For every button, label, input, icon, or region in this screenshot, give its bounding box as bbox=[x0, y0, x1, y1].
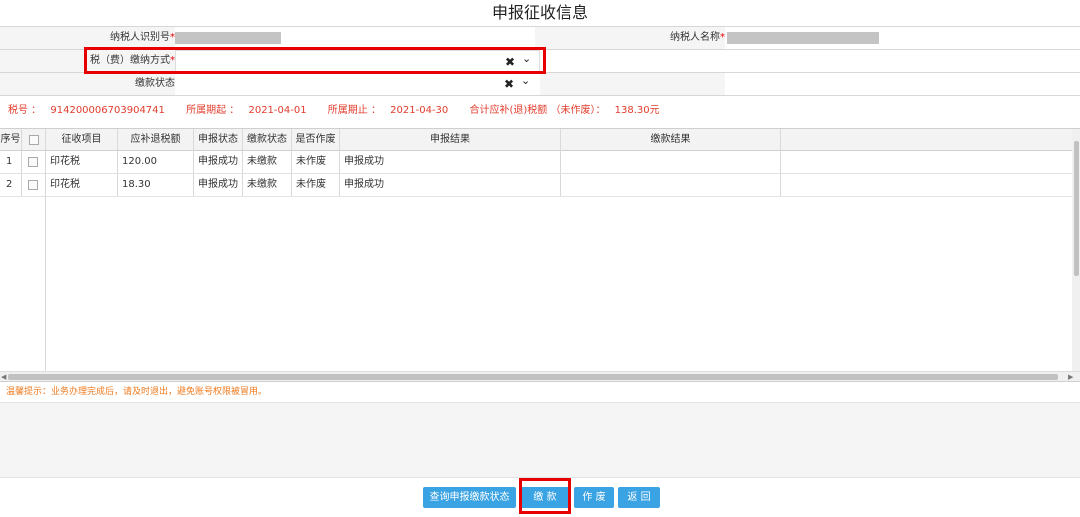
col-header-voided: 是否作废 bbox=[292, 129, 340, 151]
row-checkbox-cell bbox=[22, 151, 46, 173]
warm-tip: 温馨提示：业务办理完成后，请及时退出，避免账号权限被冒用。 bbox=[6, 387, 268, 397]
col-header-pay-result: 缴款结果 bbox=[561, 129, 781, 151]
row-no: 1 bbox=[0, 151, 22, 173]
row-checkbox[interactable] bbox=[28, 180, 38, 190]
row-pay-result bbox=[561, 174, 781, 196]
col-header-select bbox=[22, 129, 46, 151]
empty-label bbox=[540, 73, 725, 95]
empty-label bbox=[540, 50, 725, 72]
col-header-no: 序号 bbox=[0, 129, 22, 151]
horizontal-scrollbar[interactable]: ◀ ▶ bbox=[0, 371, 1080, 381]
payment-status-select[interactable]: ✖ ⌄ bbox=[175, 73, 540, 95]
declaration-table: 序号 征收项目 应补退税额 申报状态 缴款状态 是否作废 申报结果 缴款结果 1… bbox=[0, 128, 1080, 382]
masked-taxpayer-id bbox=[175, 32, 281, 44]
row-declare-result: 申报成功 bbox=[340, 151, 561, 173]
period-end: 所属期止 ： 2021-04-30 bbox=[327, 105, 449, 116]
row-declare-status: 申报成功 bbox=[194, 174, 243, 196]
pay-button-highlight bbox=[519, 478, 571, 514]
clear-icon[interactable]: ✖ bbox=[504, 73, 514, 95]
void-button[interactable]: 作 废 bbox=[574, 487, 614, 508]
col-header-pay-status: 缴款状态 bbox=[243, 129, 292, 151]
col-header-declare-result: 申报结果 bbox=[340, 129, 561, 151]
empty-field bbox=[725, 73, 1080, 95]
taxpayer-name-field bbox=[725, 27, 1080, 49]
col-header-amount: 应补退税额 bbox=[118, 129, 194, 151]
table-row[interactable]: 1 印花税 120.00 申报成功 未缴款 未作废 申报成功 bbox=[0, 151, 1080, 174]
vertical-scrollbar[interactable] bbox=[1072, 129, 1080, 371]
masked-taxpayer-name bbox=[727, 32, 879, 44]
taxpayer-id-label: 纳税人识别号* bbox=[0, 27, 175, 49]
taxpayer-name-label: 纳税人名称* bbox=[535, 27, 725, 49]
row-pay-result bbox=[561, 151, 781, 173]
horizontal-scroll-thumb[interactable] bbox=[8, 374, 1058, 380]
payment-status-label: 缴款状态 bbox=[0, 73, 175, 95]
row-checkbox[interactable] bbox=[28, 157, 38, 167]
col-header-declare-status: 申报状态 bbox=[194, 129, 243, 151]
select-all-checkbox[interactable] bbox=[28, 135, 39, 145]
row-pay-status: 未缴款 bbox=[243, 174, 292, 196]
payment-method-highlight bbox=[84, 47, 546, 74]
empty-field bbox=[725, 50, 1080, 72]
tip-area bbox=[0, 402, 1080, 478]
taxpayer-form: 纳税人识别号* 纳税人名称* 税（费）缴纳方式* ✖ ⌄ 缴款状态 ✖ ⌄ bbox=[0, 26, 1080, 96]
tax-no: 税号 ： 914200006703904741 bbox=[8, 105, 165, 116]
col-header-item: 征收项目 bbox=[46, 129, 118, 151]
row-checkbox-cell bbox=[22, 174, 46, 196]
vertical-scroll-thumb[interactable] bbox=[1074, 141, 1079, 276]
page-title: 申报征收信息 bbox=[491, 3, 588, 22]
row-declare-status: 申报成功 bbox=[194, 151, 243, 173]
period-start: 所属期起 ： 2021-04-01 bbox=[186, 105, 307, 116]
row-voided: 未作废 bbox=[292, 151, 340, 173]
scroll-left-icon[interactable]: ◀ bbox=[1, 372, 6, 381]
total-amount: 合计应补(退)税额 （未作废）： 138.30元 bbox=[469, 105, 660, 116]
row-declare-result: 申报成功 bbox=[340, 174, 561, 196]
row-no: 2 bbox=[0, 174, 22, 196]
row-pay-status: 未缴款 bbox=[243, 151, 292, 173]
summary-line: 税号 ： 914200006703904741 所属期起 ： 2021-04-0… bbox=[0, 102, 1080, 120]
row-amount: 120.00 bbox=[118, 151, 194, 173]
table-row[interactable]: 2 印花税 18.30 申报成功 未缴款 未作废 申报成功 bbox=[0, 174, 1080, 197]
row-amount: 18.30 bbox=[118, 174, 194, 196]
form-row-payment-status: 缴款状态 ✖ ⌄ bbox=[0, 73, 1080, 96]
scroll-right-icon[interactable]: ▶ bbox=[1068, 372, 1073, 381]
column-divider bbox=[45, 151, 46, 371]
row-voided: 未作废 bbox=[292, 174, 340, 196]
query-status-button[interactable]: 查询申报缴款状态 bbox=[423, 487, 516, 508]
row-item: 印花税 bbox=[46, 174, 118, 196]
row-item: 印花税 bbox=[46, 151, 118, 173]
table-header: 序号 征收项目 应补退税额 申报状态 缴款状态 是否作废 申报结果 缴款结果 bbox=[0, 129, 1080, 151]
back-button[interactable]: 返 回 bbox=[618, 487, 660, 508]
taxpayer-id-field bbox=[175, 27, 535, 49]
